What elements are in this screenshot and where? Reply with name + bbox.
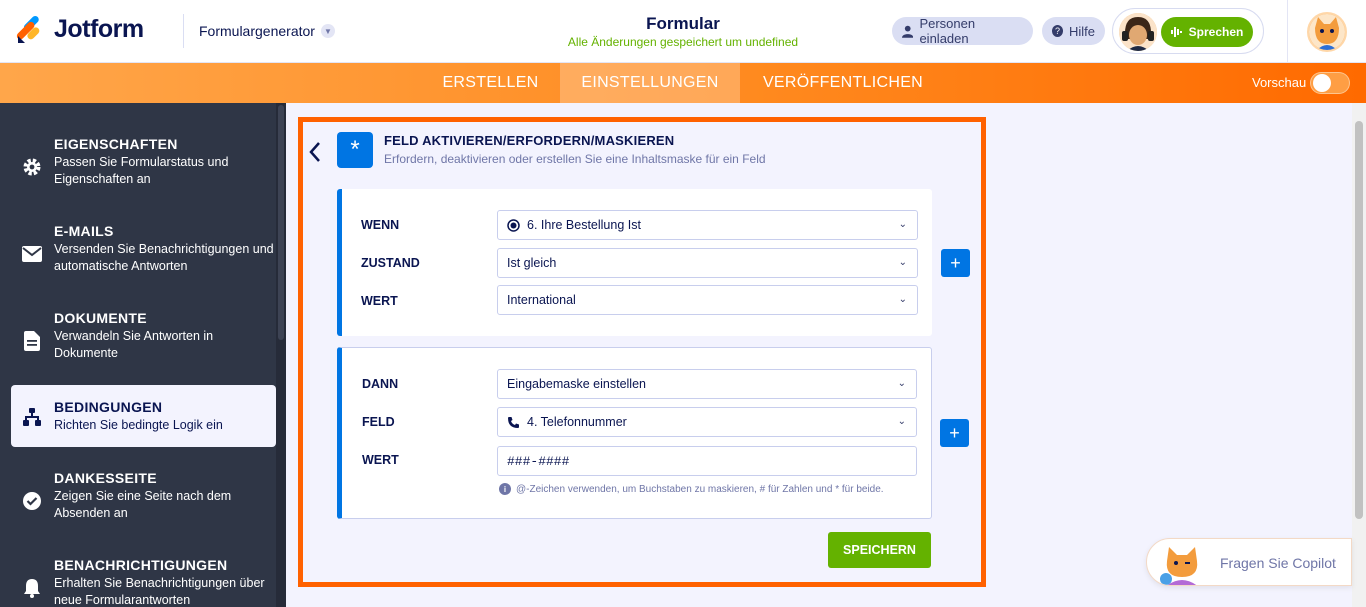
sound-wave-icon (1170, 27, 1182, 37)
help-label: Hilfe (1068, 23, 1095, 39)
copilot-cat-icon (1160, 547, 1198, 585)
jotform-logo[interactable]: Jotform (16, 14, 144, 44)
sidebar-item-bedingungen[interactable]: BEDINGUNGEN Richten Sie bedingte Logik e… (11, 385, 276, 447)
builder-label: Formulargenerator (199, 23, 315, 39)
help-button[interactable]: ? Hilfe (1042, 17, 1105, 45)
speak-button[interactable]: Sprechen (1161, 17, 1253, 47)
tab-veroeffentlichen[interactable]: VERÖFFENTLICHEN (745, 63, 941, 103)
chevron-down-icon: ⌄ (898, 219, 907, 230)
sidebar-item-title: DANKESSEITE (54, 470, 157, 486)
toggle-knob (1313, 74, 1331, 92)
if-value-label: WERT (361, 294, 398, 308)
invite-label: Personen einladen (919, 16, 976, 46)
asterisk-icon: * (337, 132, 373, 168)
sidebar-item-dankesseite[interactable]: DANKESSEITE Zeigen Sie eine Seite nach d… (11, 469, 276, 531)
sidebar-item-title: BENACHRICHTIGUNGEN (54, 557, 228, 573)
copilot-label: Fragen Sie Copilot (1220, 555, 1336, 571)
save-button[interactable]: SPEICHERN (828, 532, 931, 568)
user-icon (902, 25, 914, 38)
info-icon: i (499, 483, 511, 495)
field-label: FELD (362, 415, 395, 429)
mask-input-value: ###-#### (507, 453, 570, 469)
main-scroll-thumb[interactable] (1355, 121, 1363, 519)
condition-description: Erfordern, deaktivieren oder erstellen S… (384, 152, 766, 166)
then-action-select[interactable]: Eingabemaske einstellen ⌄ (497, 369, 917, 399)
user-avatar[interactable] (1307, 12, 1347, 52)
sidebar-item-desc: Passen Sie Formularstatus und Eigenschaf… (54, 155, 229, 186)
mask-input[interactable]: ###-#### (497, 446, 917, 476)
phone-icon (508, 416, 519, 428)
then-label: DANN (362, 377, 399, 391)
radio-icon (507, 218, 520, 232)
add-condition-button[interactable]: + (941, 249, 970, 277)
target-field-value: 4. Telefonnummer (527, 415, 627, 429)
gear-icon (21, 157, 43, 177)
top-header: Jotform Formulargenerator ▼ Formular All… (0, 0, 1366, 63)
condition-title: FELD AKTIVIEREN/ERFORDERN/MASKIEREN (384, 133, 675, 148)
sidebar-item-desc: Zeigen Sie eine Seite nach dem Absenden … (54, 489, 232, 520)
tab-erstellen[interactable]: ERSTELLEN (424, 63, 557, 103)
sidebar-scroll-thumb[interactable] (278, 105, 284, 340)
sidebar-item-emails[interactable]: E-MAILS Versenden Sie Benachrichtigungen… (11, 222, 276, 284)
chevron-down-icon: ⌄ (897, 416, 906, 427)
back-chevron-icon[interactable] (308, 141, 322, 166)
sidebar-item-benachrichtigungen[interactable]: BENACHRICHTIGUNGEN Erhalten Sie Benachri… (11, 556, 276, 607)
envelope-icon (21, 244, 43, 264)
settings-sidebar: EIGENSCHAFTEN Passen Sie Formularstatus … (0, 103, 286, 607)
state-value: Ist gleich (507, 256, 557, 270)
if-field-value: 6. Ihre Bestellung Ist (527, 218, 641, 232)
mask-hint: i @-Zeichen verwenden, um Buchstaben zu … (499, 483, 884, 495)
chevron-down-icon: ⌄ (898, 257, 907, 268)
add-action-button[interactable]: + (940, 419, 969, 447)
invite-button[interactable]: Personen einladen (892, 16, 1033, 46)
if-value-value: International (507, 293, 576, 307)
cat-avatar-icon (1309, 14, 1345, 50)
check-circle-icon (21, 491, 43, 511)
copilot-button[interactable]: Fragen Sie Copilot (1146, 538, 1352, 586)
preview-toggle[interactable] (1310, 72, 1350, 94)
mask-value-label: WERT (362, 453, 399, 467)
sitemap-icon (21, 407, 43, 427)
document-icon (21, 331, 43, 351)
sidebar-item-title: BEDINGUNGEN (54, 399, 163, 415)
state-label: ZUSTAND (361, 256, 420, 270)
question-icon: ? (1052, 25, 1063, 37)
sidebar-item-desc: Richten Sie bedingte Logik ein (54, 418, 223, 432)
header-divider (1287, 0, 1288, 63)
sidebar-item-dokumente[interactable]: DOKUMENTE Verwandeln Sie Antworten in Do… (11, 309, 276, 371)
preview-label: Vorschau (1252, 75, 1307, 90)
chevron-down-icon: ▼ (320, 24, 335, 38)
state-select[interactable]: Ist gleich ⌄ (497, 248, 918, 278)
mask-hint-text: @-Zeichen verwenden, um Buchstaben zu ma… (516, 483, 884, 495)
tab-einstellungen[interactable]: EINSTELLUNGEN (560, 63, 740, 103)
speak-label: Sprechen (1188, 25, 1244, 39)
chevron-down-icon: ⌄ (898, 294, 907, 305)
sidebar-item-desc: Erhalten Sie Benachrichtigungen über neu… (54, 576, 265, 607)
chevron-down-icon: ⌄ (897, 378, 906, 389)
sidebar-item-eigenschaften[interactable]: EIGENSCHAFTEN Passen Sie Formularstatus … (11, 135, 276, 197)
jotform-logo-icon (16, 15, 40, 43)
builder-dropdown[interactable]: Formulargenerator ▼ (183, 14, 335, 48)
bell-icon (21, 578, 43, 598)
sidebar-item-desc: Verwandeln Sie Antworten in Dokumente (54, 329, 214, 360)
sidebar-item-title: E-MAILS (54, 223, 114, 239)
agent-avatar (1119, 13, 1157, 51)
if-label: WENN (361, 218, 400, 232)
target-field-select[interactable]: 4. Telefonnummer ⌄ (497, 407, 917, 437)
sidebar-item-title: DOKUMENTE (54, 310, 147, 326)
then-action-value: Eingabemaske einstellen (507, 377, 646, 391)
settings-nav: ERSTELLEN EINSTELLUNGEN VERÖFFENTLICHEN … (0, 63, 1366, 103)
sidebar-item-desc: Versenden Sie Benachrichtigungen und aut… (54, 242, 274, 273)
ai-agent-widget[interactable]: Sprechen (1112, 8, 1264, 54)
if-field-select[interactable]: 6. Ihre Bestellung Ist ⌄ (497, 210, 918, 240)
if-value-select[interactable]: International ⌄ (497, 285, 918, 315)
logo-text: Jotform (54, 14, 144, 43)
sidebar-item-title: EIGENSCHAFTEN (54, 136, 178, 152)
